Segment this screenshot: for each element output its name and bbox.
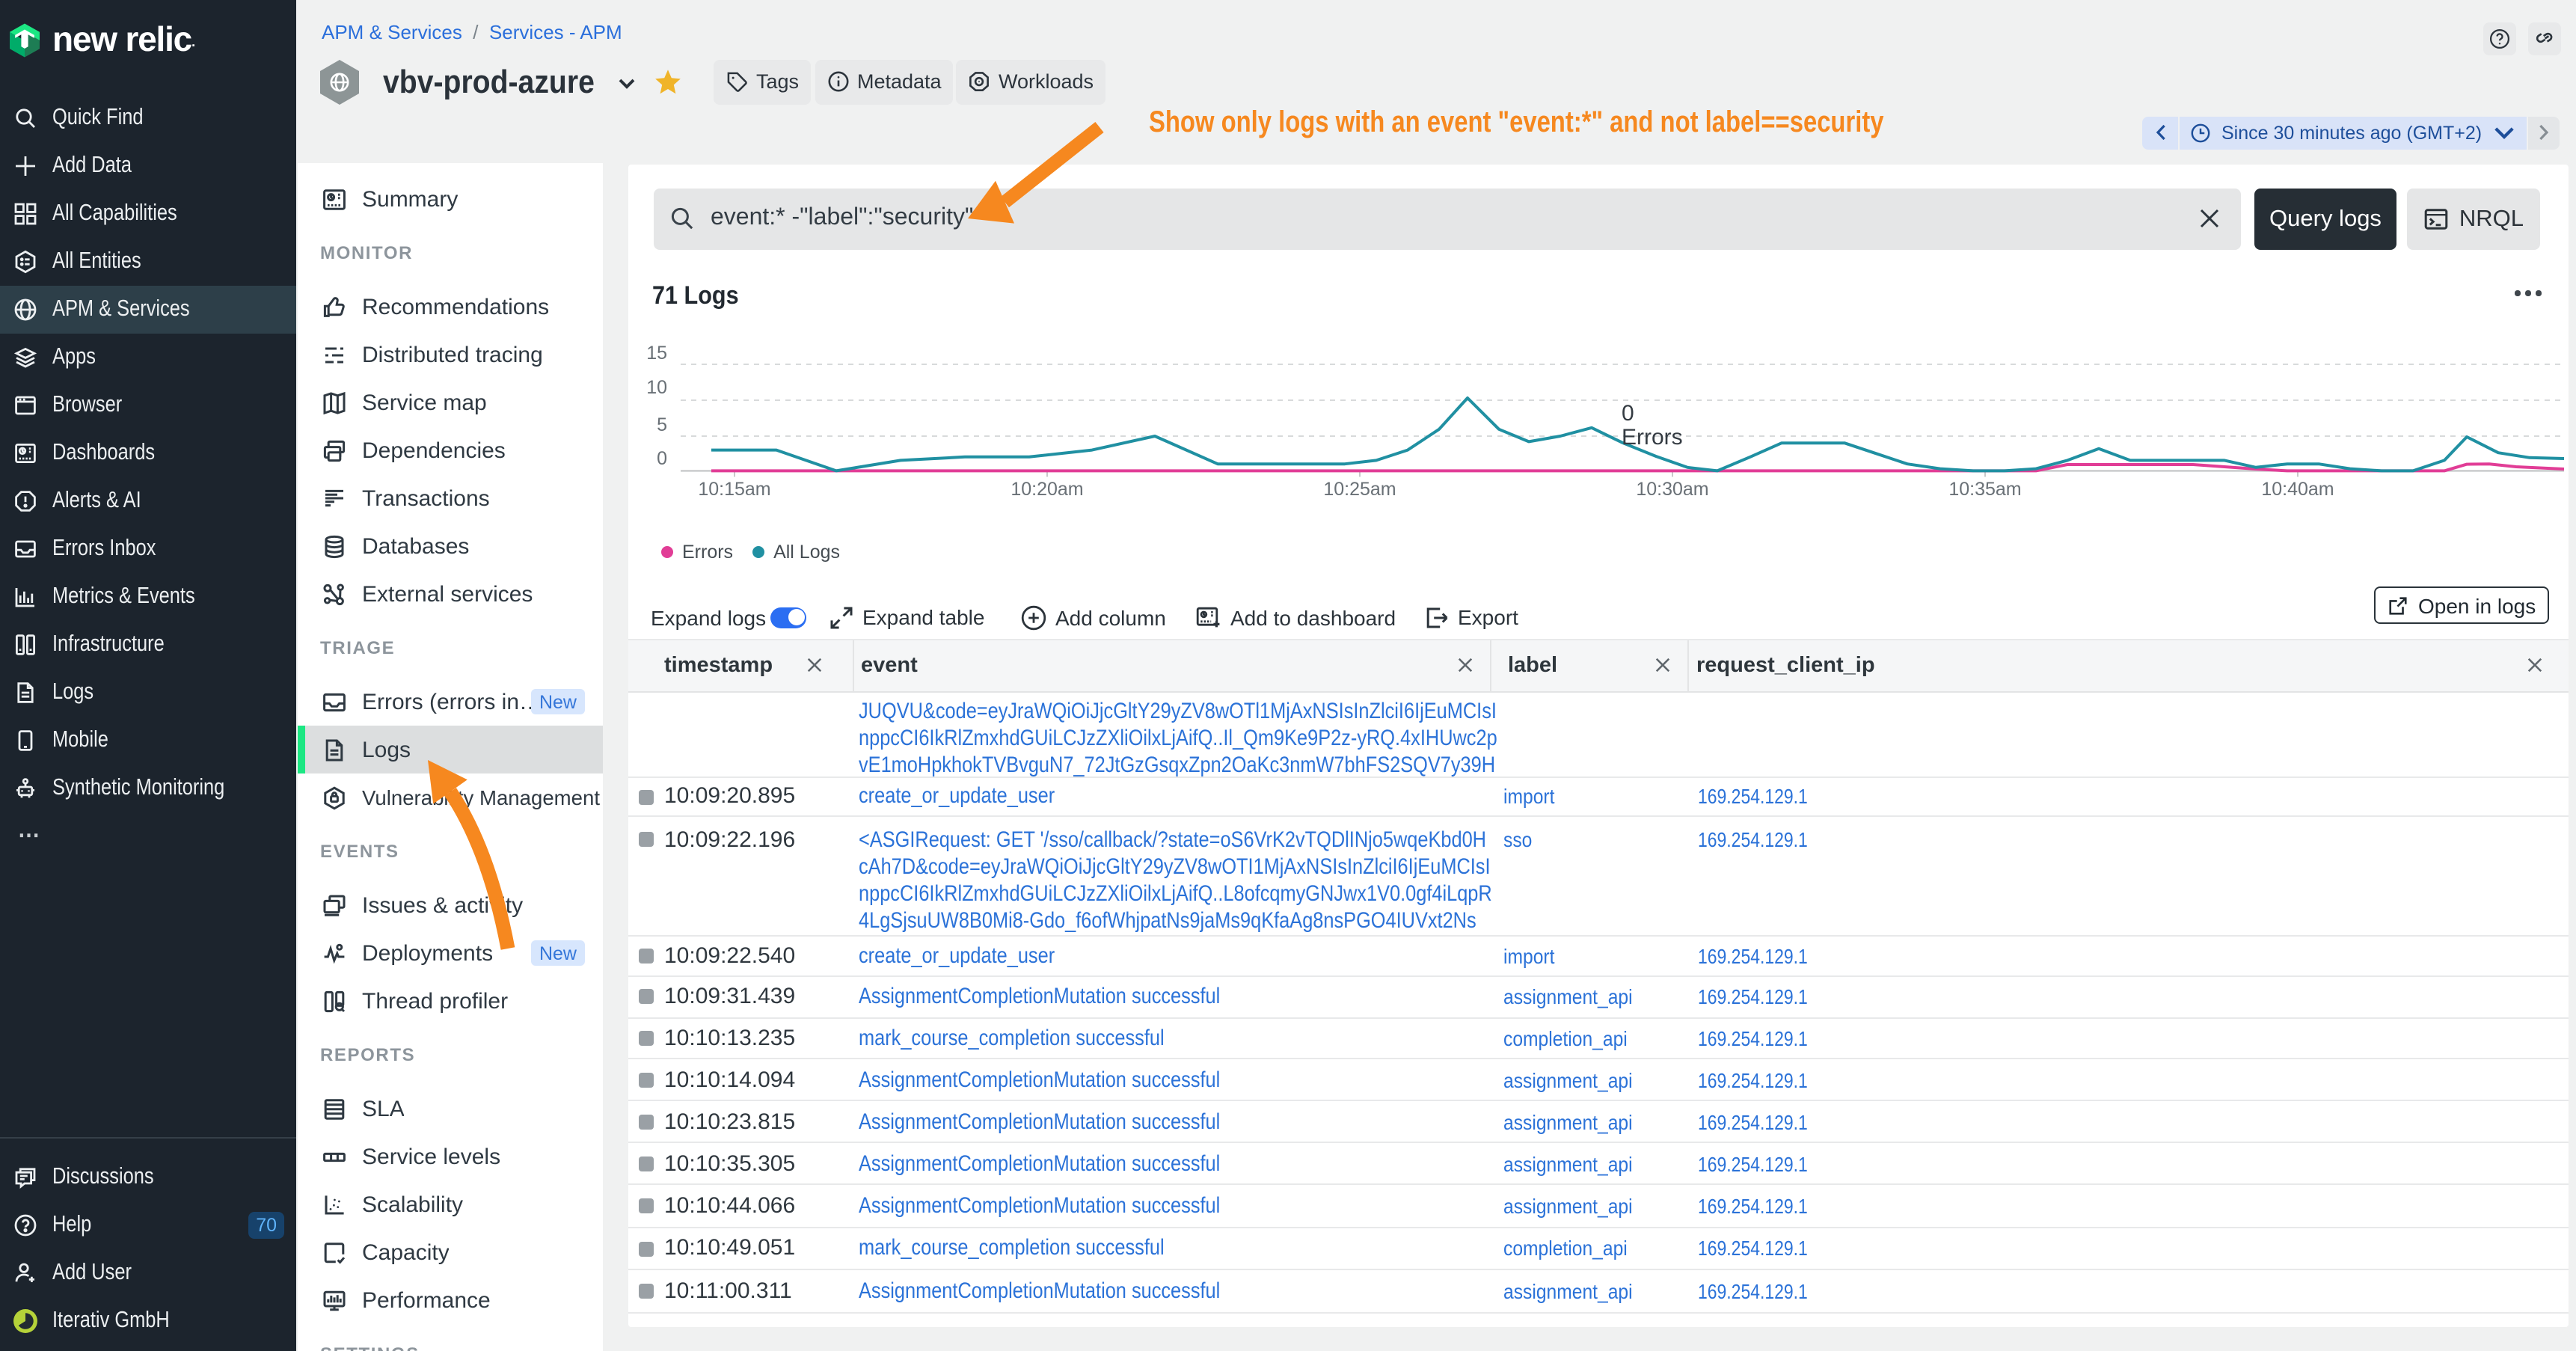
svg-text:10:25am: 10:25am (1323, 479, 1396, 500)
svg-text:10:40am: 10:40am (2261, 479, 2334, 500)
svg-text:15: 15 (646, 343, 667, 364)
svg-text:0: 0 (657, 448, 667, 469)
svg-text:5: 5 (657, 414, 667, 435)
svg-text:10:20am: 10:20am (1011, 479, 1083, 500)
svg-text:10:30am: 10:30am (1636, 479, 1708, 500)
svg-text:10:35am: 10:35am (1948, 479, 2021, 500)
svg-text:10: 10 (646, 377, 667, 398)
svg-text:10:15am: 10:15am (698, 479, 770, 500)
